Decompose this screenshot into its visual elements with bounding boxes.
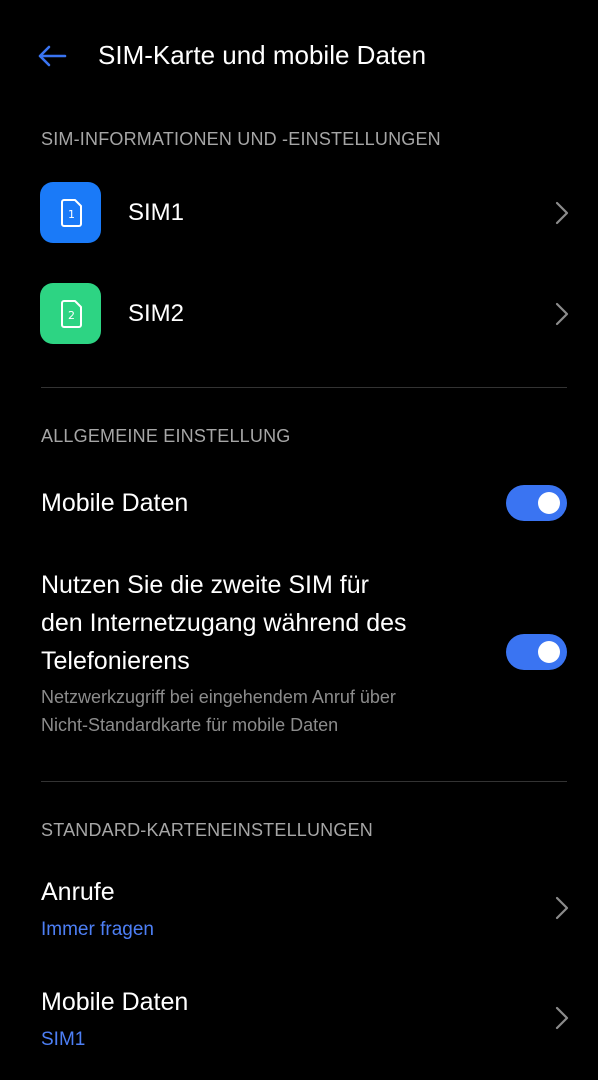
default-mobile-data-value: SIM1 <box>41 1029 86 1050</box>
second-sim-title-line-2: den Internetzugang während des <box>41 609 407 637</box>
section-header-default-card: STANDARD-KARTENEINSTELLUNGEN <box>41 820 373 840</box>
second-sim-title-line-3: Telefonierens <box>41 647 190 675</box>
section-header-general: ALLGEMEINE EINSTELLUNG <box>41 426 291 446</box>
section-header-sim-info: SIM-INFORMATIONEN UND -EINSTELLUNGEN <box>41 129 441 149</box>
second-sim-toggle[interactable] <box>506 634 567 670</box>
chevron-right-icon <box>552 300 572 328</box>
back-button[interactable] <box>28 36 76 76</box>
arrow-left-icon <box>38 45 67 67</box>
sim1-label: SIM1 <box>128 199 185 226</box>
calls-row[interactable]: Anrufe Immer fragen <box>0 866 598 954</box>
sim2-icon-number: 2 <box>68 309 75 322</box>
second-sim-title-line-1: Nutzen Sie die zweite SIM für <box>41 571 369 599</box>
sim1-icon: 1 <box>40 182 101 243</box>
second-sim-subtitle-line-2: Nicht-Standardkarte für mobile Daten <box>41 715 339 735</box>
calls-label: Anrufe <box>41 878 115 906</box>
sim2-row[interactable]: 2 SIM2 <box>0 273 598 355</box>
mobile-data-label: Mobile Daten <box>41 489 189 517</box>
sim1-row[interactable]: 1 SIM1 <box>0 172 598 254</box>
sim1-icon-number: 1 <box>68 208 75 221</box>
page-title: SIM-Karte und mobile Daten <box>98 40 427 70</box>
chevron-right-icon <box>552 1004 572 1032</box>
default-mobile-data-label: Mobile Daten <box>41 988 189 1016</box>
chevron-right-icon <box>552 199 572 227</box>
toggle-knob <box>538 641 560 663</box>
sim2-label: SIM2 <box>128 300 185 327</box>
toggle-knob <box>538 492 560 514</box>
chevron-right-icon <box>552 894 572 922</box>
second-sim-subtitle-line-1: Netzwerkzugriff bei eingehendem Anruf üb… <box>41 687 396 707</box>
default-mobile-data-row[interactable]: Mobile Daten SIM1 <box>0 976 598 1064</box>
calls-value: Immer fragen <box>41 919 154 940</box>
mobile-data-row[interactable]: Mobile Daten <box>0 470 598 536</box>
second-sim-internet-row[interactable]: Nutzen Sie die zweite SIM für den Intern… <box>0 560 598 750</box>
divider <box>41 387 567 388</box>
mobile-data-toggle[interactable] <box>506 485 567 521</box>
divider <box>41 781 567 782</box>
sim2-icon: 2 <box>40 283 101 344</box>
